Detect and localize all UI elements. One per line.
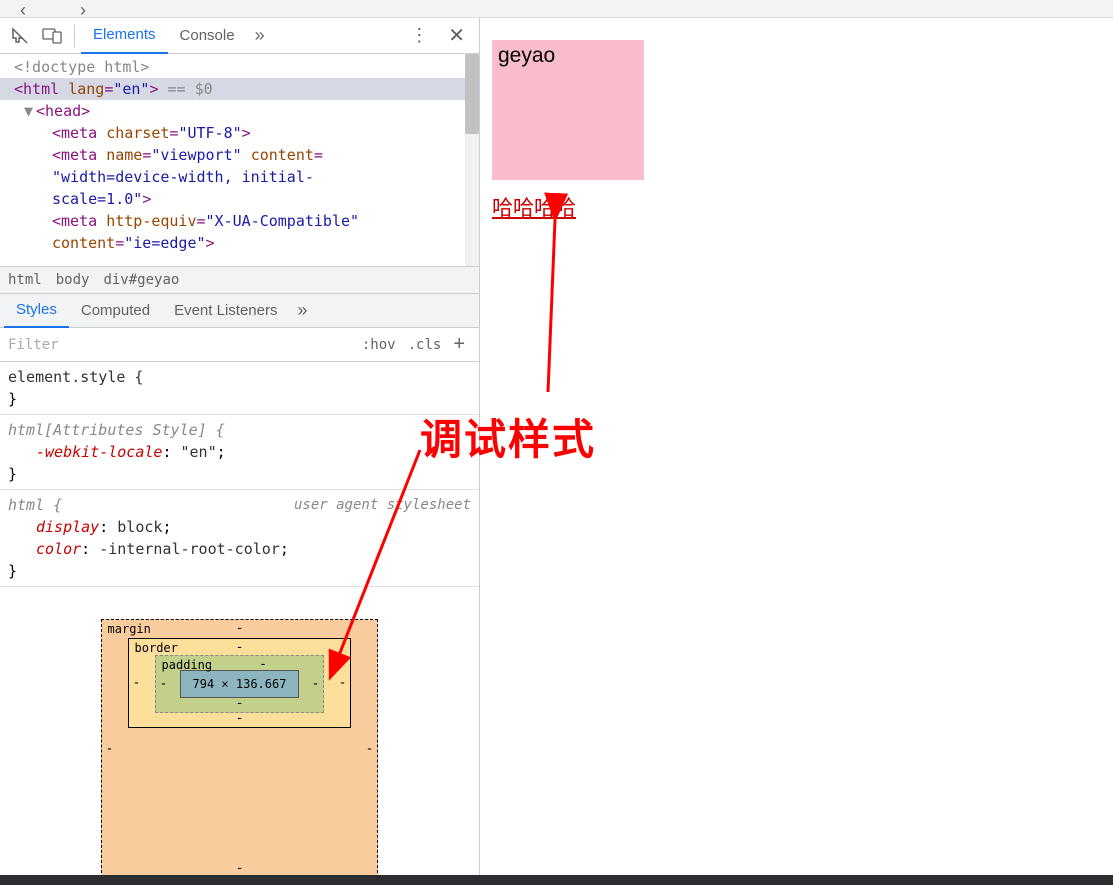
dom-meta-viewport[interactable]: <meta name="viewport" content= [0,144,479,166]
geyao-box: geyao [492,40,644,180]
dom-meta-compat[interactable]: <meta http-equiv="X-UA-Compatible" [0,210,479,232]
hov-toggle[interactable]: :hov [356,337,402,353]
tabs-overflow-icon[interactable]: » [247,25,273,46]
content-dimensions: 794 × 136.667 [180,670,300,698]
box-model-diagram[interactable]: margin - - - - border - - - - padding - … [0,587,479,878]
preview-link[interactable]: 哈哈哈哈 [492,192,576,222]
browser-address-bar: ‹ › [0,0,1113,18]
inspect-icon[interactable] [4,20,36,52]
device-toggle-icon[interactable] [36,20,68,52]
dom-html-element[interactable]: <html lang="en"> == $0 [0,78,479,100]
border-label: border [135,641,178,655]
dom-meta-viewport-cont[interactable]: "width=device-width, initial- [0,166,479,188]
dom-meta-viewport-end[interactable]: scale=1.0"> [0,188,479,210]
tab-console[interactable]: Console [168,18,247,54]
scrollbar-thumb[interactable] [465,54,479,134]
crumb-div[interactable]: div#geyao [103,272,179,288]
rule-html-ua[interactable]: user agent stylesheet html { display: bl… [0,490,479,587]
dom-breadcrumb: html body div#geyao [0,266,479,294]
taskbar-strip [0,875,1113,885]
dom-tree[interactable]: <!doctype html> <html lang="en"> == $0 ▼… [0,54,479,266]
padding-label: padding [162,658,213,672]
style-rules: element.style { } html[Attributes Style]… [0,362,479,587]
annotation-text: 调试样式 [420,406,596,467]
nav-back-icon[interactable]: ‹ [8,0,38,18]
styles-subtabs: Styles Computed Event Listeners » [0,294,479,328]
styles-filter-row: :hov .cls + [0,328,479,362]
subtab-styles[interactable]: Styles [4,294,69,328]
devtools-toolbar: Elements Console » ⋮ ✕ [0,18,479,54]
rule-origin: user agent stylesheet [294,494,471,516]
tab-elements[interactable]: Elements [81,18,168,54]
dom-meta-charset[interactable]: <meta charset="UTF-8"> [0,122,479,144]
subtab-event-listeners[interactable]: Event Listeners [162,294,289,328]
devtools-panel: Elements Console » ⋮ ✕ <!doctype html> <… [0,18,480,878]
new-style-rule-icon[interactable]: + [447,333,471,356]
dom-meta-compat-cont[interactable]: content="ie=edge"> [0,232,479,254]
nav-forward-icon[interactable]: › [68,0,98,18]
devtools-close-icon[interactable]: ✕ [438,23,475,48]
margin-label: margin [108,622,151,636]
subtab-computed[interactable]: Computed [69,294,162,328]
rule-element-style[interactable]: element.style { } [0,362,479,415]
devtools-menu-icon[interactable]: ⋮ [400,25,438,46]
crumb-body[interactable]: body [56,272,90,288]
dom-head-element[interactable]: ▼<head> [0,100,479,122]
subtabs-overflow-icon[interactable]: » [289,300,315,321]
dom-doctype[interactable]: <!doctype html> [0,56,479,78]
crumb-html[interactable]: html [8,272,42,288]
cls-toggle[interactable]: .cls [402,337,448,353]
rule-html-attributes[interactable]: html[Attributes Style] { -webkit-locale:… [0,415,479,490]
styles-filter-input[interactable] [8,337,356,353]
